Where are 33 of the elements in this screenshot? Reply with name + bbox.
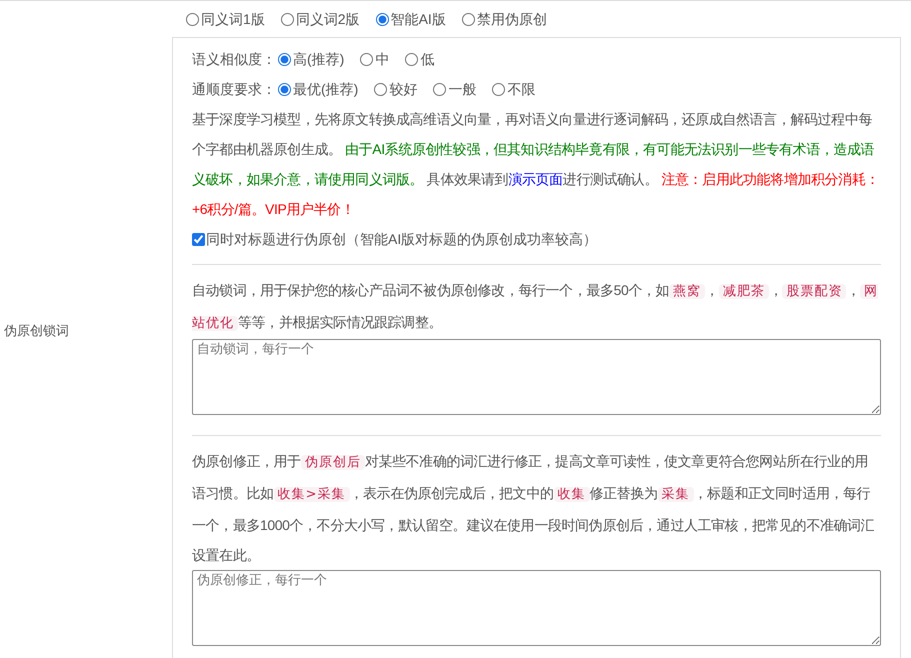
option-text: 中 xyxy=(375,50,390,68)
version-option: 同义词1版 xyxy=(201,8,265,30)
radio-button[interactable] xyxy=(492,82,506,96)
version-option: 同义词2版 xyxy=(296,8,360,30)
radio-button[interactable] xyxy=(278,52,291,66)
radio-button[interactable] xyxy=(374,82,388,96)
version-option: 禁用伪原创 xyxy=(476,8,547,30)
lock-words-description: 自动锁词，用于保护您的核心产品词不被伪原创修改，每行一个，最多50个，如 燕窝 ， 减肥茶 ， 股票配资 ， 网站优化 等等，并根据实际情况跟踪调整。 xyxy=(192,281,880,333)
radio-button[interactable] xyxy=(405,52,418,66)
radio-button[interactable] xyxy=(433,82,446,96)
radio-button[interactable] xyxy=(278,82,291,96)
checkbox-label: 同时对标题进行伪原创（智能AI版对标题的伪原创成功率较高） xyxy=(206,230,598,248)
version-option: 智能AI版 xyxy=(390,8,446,30)
radio-button[interactable] xyxy=(462,12,475,26)
radio-button[interactable] xyxy=(360,52,374,66)
radio-button[interactable] xyxy=(376,12,389,26)
demo-page-link[interactable]: 演示页面 xyxy=(508,171,563,187)
ai-description: 基于深度学习模型，先将原文转换成高维语义向量，再对语义向量进行逐词解码，还原成自然语言，解码过程中每个字都由机器原创生成。 由于AI系统原创性较强，但其知识结构毕竟有限，有可能无法识别一些专有术语，造成语义破坏，如果介意，请使用同义词版。 具体效果请到演示页面进行测试确认。 注意：启用此功能将增加积分消耗：+6积分/篇。VIP用户半价！ xyxy=(192,110,880,219)
option-text: 一般 xyxy=(448,80,476,98)
corrections-field[interactable]: 伪原创修正，每行一个 xyxy=(192,570,881,646)
option-text: 不限 xyxy=(507,80,536,98)
option-text: 最优(推荐) xyxy=(293,80,358,99)
field-label: 伪原创锁词 xyxy=(4,322,69,340)
checkbox[interactable] xyxy=(192,232,205,246)
option-text: 较好 xyxy=(389,80,418,98)
option-label: 通顺度要求： xyxy=(192,80,276,98)
lock-words-field[interactable]: 自动锁词，每行一个 xyxy=(192,339,881,415)
radio-button[interactable] xyxy=(186,12,199,26)
option-text: 高(推荐) xyxy=(293,50,344,69)
corrections-description: 伪原创修正，用于 伪原创后 对某些不准确的词汇进行修正，提高文章可读性，使文章更符合您网站所在行业的用语习惯。比如 收集>采集 ，表示在伪原创完成后，把文中的 收集 修正替换为 采集 ，标题和正文同时适用，每行一个，最多1000个，不分大小写，默认留空。建议在使用一段时间伪原创后，通过人工审核，把常见的不准确词汇设置在此。 xyxy=(192,452,876,565)
radio-button[interactable] xyxy=(280,12,294,26)
option-label: 语义相似度： xyxy=(192,50,276,68)
option-text: 低 xyxy=(420,50,434,68)
